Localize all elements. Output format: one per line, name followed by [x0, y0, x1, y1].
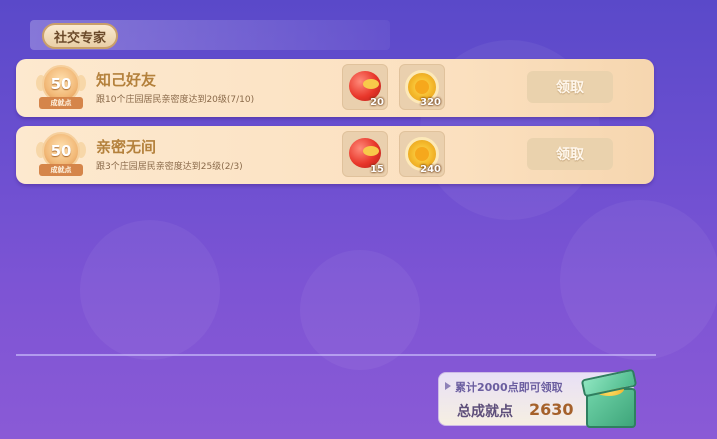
reward-item[interactable]: 320	[399, 64, 445, 110]
reward-count: 20	[370, 97, 384, 108]
reward-item[interactable]: 15	[342, 131, 388, 177]
total-points-value: 2630	[529, 400, 574, 419]
achievement-medal-icon: 50 成就点	[36, 132, 86, 180]
reward-count: 240	[420, 164, 441, 175]
reward-item[interactable]: 20	[342, 64, 388, 110]
medal-caption: 成就点	[39, 97, 83, 109]
achievement-title: 亲密无间	[96, 138, 157, 156]
reward-item[interactable]: 240	[399, 131, 445, 177]
divider	[16, 354, 656, 356]
medal-points: 50	[50, 75, 72, 93]
gift-box-icon[interactable]	[580, 368, 646, 432]
claim-button[interactable]: 领取	[527, 71, 613, 103]
total-points-label: 总成就点	[457, 404, 513, 420]
achievement-title: 知己好友	[96, 71, 157, 89]
medal-caption: 成就点	[39, 164, 83, 176]
medal-points: 50	[50, 142, 72, 160]
achievement-medal-icon: 50 成就点	[36, 65, 86, 113]
section-tab-social-expert[interactable]: 社交专家	[42, 23, 118, 49]
reward-count: 320	[420, 97, 441, 108]
arrow-right-icon	[445, 382, 451, 390]
achievement-card: 50 成就点 知己好友 跟10个庄园居民亲密度达到20级(7/10) 20 32…	[16, 59, 654, 117]
achievement-card: 50 成就点 亲密无间 跟3个庄园居民亲密度达到25级(2/3) 15 240 …	[16, 126, 654, 184]
achievement-description: 跟10个庄园居民亲密度达到20级(7/10)	[96, 95, 255, 105]
achievement-description: 跟3个庄园居民亲密度达到25级(2/3)	[96, 162, 243, 172]
reward-hint: 累计2000点即可领取	[455, 381, 563, 394]
reward-count: 15	[370, 164, 384, 175]
claim-button[interactable]: 领取	[527, 138, 613, 170]
